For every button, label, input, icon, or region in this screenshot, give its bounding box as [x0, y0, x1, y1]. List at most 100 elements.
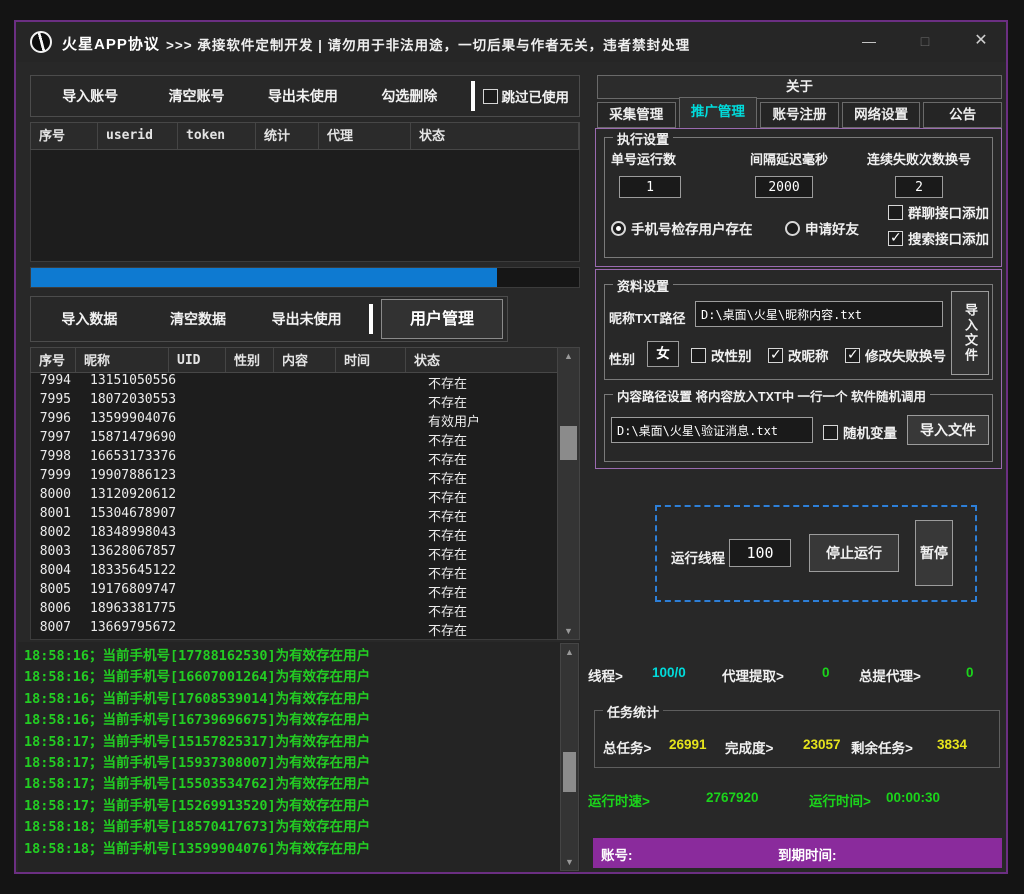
table-row[interactable]: 800418335645122不存在 [31, 563, 579, 582]
nick-path-input[interactable] [695, 301, 943, 327]
fail-switch-label: 连续失败次数换号 [867, 149, 971, 168]
done-label: 完成度> [725, 737, 773, 757]
search-api-checkbox[interactable]: 搜索接口添加 [888, 228, 989, 248]
user-toolbar: 导入数据 清空数据 导出未使用 用户管理 [30, 296, 508, 342]
clear-accounts-button[interactable]: 清空账号 [143, 86, 249, 106]
close-button[interactable]: ✕ [966, 28, 996, 54]
scrollbar-thumb[interactable] [560, 426, 577, 460]
toolbar-divider [471, 81, 475, 111]
col-index: 序号 [31, 348, 76, 372]
table-scrollbar[interactable]: ▲ ▼ [557, 347, 580, 640]
done-value: 23057 [803, 737, 841, 752]
fail-switch-checkbox[interactable]: 修改失败换号 [845, 345, 946, 365]
col-stat: 统计 [256, 123, 319, 149]
change-gender-checkbox[interactable]: 改性别 [691, 345, 752, 365]
table-row[interactable]: 800013120920612不存在 [31, 487, 579, 506]
radio-label: 手机号检存用户存在 [631, 218, 753, 238]
thread-stat-value: 100/0 [652, 665, 686, 680]
import-data-button[interactable]: 导入数据 [35, 309, 144, 329]
tab-notice[interactable]: 公告 [923, 102, 1002, 128]
scroll-up-icon[interactable]: ▲ [561, 644, 578, 660]
col-userid: userid [98, 123, 178, 149]
table-row[interactable]: 799518072030553不存在 [31, 392, 579, 411]
delay-ms-label: 间隔延迟毫秒 [750, 149, 828, 168]
pause-button[interactable]: 暂停 [915, 520, 953, 586]
expire-time-label: 到期时间: [778, 844, 837, 864]
checkbox-label: 改昵称 [788, 345, 829, 365]
table-row[interactable]: 800115304678907不存在 [31, 506, 579, 525]
nick-path-label: 昵称TXT路径 [609, 308, 686, 327]
table-row[interactable]: 799715871479690不存在 [31, 430, 579, 449]
scroll-up-icon[interactable]: ▲ [558, 348, 579, 364]
minimize-button[interactable]: — [854, 28, 884, 54]
export-unused-accounts-button[interactable]: 导出未使用 [250, 86, 356, 106]
skip-used-checkbox[interactable]: 跳过已使用 [483, 86, 574, 106]
account-table-body[interactable] [30, 150, 580, 262]
scrollbar-thumb[interactable] [563, 752, 576, 792]
check-user-exists-radio[interactable]: 手机号检存用户存在 [611, 218, 753, 238]
table-row[interactable]: 800313628067857不存在 [31, 544, 579, 563]
thread-count-input[interactable] [729, 539, 791, 567]
log-line: 18:58:16；当前手机号[16739696675]为有效存在用户 [24, 710, 580, 731]
log-line: 18:58:18；当前手机号[18570417673]为有效存在用户 [24, 817, 580, 838]
content-group-title: 内容路径设置 将内容放入TXT中 一行一个 软件随机调用 [613, 386, 930, 405]
runs-per-account-label: 单号运行数 [611, 149, 676, 168]
friend-request-radio[interactable]: 申请好友 [785, 218, 859, 238]
gender-select[interactable]: 女 [647, 341, 679, 367]
screen: 火星APP协议 >>> 承接软件定制开发 | 请勿用于非法用途，一切后果与作者无… [0, 0, 1024, 894]
maximize-button[interactable]: □ [910, 28, 940, 54]
checkbox-icon [888, 205, 903, 220]
proxy-stat-value: 0 [822, 665, 830, 680]
fail-switch-input[interactable] [895, 176, 943, 198]
log-scrollbar[interactable]: ▲ ▼ [560, 643, 579, 871]
table-row[interactable]: 800713669795672不存在 [31, 620, 579, 639]
table-row[interactable]: 800519176809747不存在 [31, 582, 579, 601]
random-var-checkbox[interactable]: 随机变量 [823, 422, 897, 442]
total-proxy-value: 0 [966, 665, 974, 680]
tab-network[interactable]: 网络设置 [842, 102, 921, 128]
col-token: token [178, 123, 256, 149]
tab-bar: 采集管理 推广管理 账号注册 网络设置 公告 [597, 97, 1002, 128]
tab-promote[interactable]: 推广管理 [679, 97, 758, 128]
toolbar-divider [369, 304, 373, 334]
app-title: 火星APP协议 [62, 33, 160, 54]
run-controls-panel: 运行线程 停止运行 暂停 [655, 505, 977, 602]
table-row[interactable]: 799413151050556不存在 [31, 373, 579, 392]
table-row[interactable]: 799816653173376不存在 [31, 449, 579, 468]
delete-checked-button[interactable]: 勾选删除 [356, 86, 462, 106]
checkbox-icon [888, 231, 903, 246]
col-time: 时间 [336, 348, 406, 372]
exec-group-title: 执行设置 [613, 129, 673, 148]
change-nick-checkbox[interactable]: 改昵称 [768, 345, 829, 365]
col-content: 内容 [274, 348, 336, 372]
log-line: 18:58:17；当前手机号[15937308007]为有效存在用户 [24, 753, 580, 774]
clear-data-button[interactable]: 清空数据 [144, 309, 253, 329]
stop-run-button[interactable]: 停止运行 [809, 534, 899, 572]
run-time-value: 00:00:30 [886, 790, 940, 805]
import-nick-file-button[interactable]: 导入文件 [951, 291, 989, 375]
import-content-file-button[interactable]: 导入文件 [907, 415, 989, 445]
profile-settings-panel: 资料设置 昵称TXT路径 导入文件 性别 女 改性别 改昵称 修改失败换号 内容… [595, 269, 1002, 469]
profile-group-title: 资料设置 [613, 276, 673, 295]
user-manage-button[interactable]: 用户管理 [381, 299, 503, 339]
scroll-down-icon[interactable]: ▼ [561, 854, 578, 870]
table-row[interactable]: 800218348998043不存在 [31, 525, 579, 544]
total-task-value: 26991 [669, 737, 707, 752]
log-line: 18:58:17；当前手机号[15157825317]为有效存在用户 [24, 732, 580, 753]
scroll-down-icon[interactable]: ▼ [558, 623, 579, 639]
import-accounts-button[interactable]: 导入账号 [37, 86, 143, 106]
table-row[interactable]: 799919907886123不存在 [31, 468, 579, 487]
table-row[interactable]: 799613599904076有效用户 [31, 411, 579, 430]
table-row[interactable]: 800618963381775不存在 [31, 601, 579, 620]
delay-ms-input[interactable] [755, 176, 813, 198]
runs-per-account-input[interactable] [619, 176, 681, 198]
log-panel: 18:58:16；当前手机号[17788162530]为有效存在用户 18:58… [18, 642, 580, 872]
content-path-input[interactable] [611, 417, 813, 443]
group-chat-api-checkbox[interactable]: 群聊接口添加 [888, 202, 989, 222]
tab-collect[interactable]: 采集管理 [597, 102, 676, 128]
content-groupbox: 内容路径设置 将内容放入TXT中 一行一个 软件随机调用 随机变量 导入文件 [604, 394, 993, 462]
about-button[interactable]: 关于 [597, 75, 1002, 99]
tab-register[interactable]: 账号注册 [760, 102, 839, 128]
export-unused-data-button[interactable]: 导出未使用 [252, 309, 361, 329]
app-subtitle: >>> 承接软件定制开发 | 请勿用于非法用途，一切后果与作者无关，违者禁封处理 [166, 34, 690, 54]
